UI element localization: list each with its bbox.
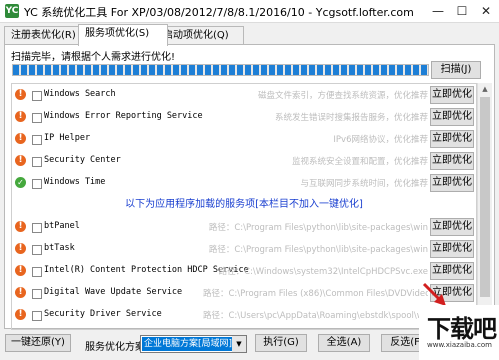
service-row[interactable]: ! Digital Wave Update Service 路径：C:\Progra… <box>12 282 476 304</box>
service-checkbox[interactable] <box>32 311 42 321</box>
tab-startup[interactable]: 启动项优化(Q) <box>156 26 244 45</box>
service-description: 路径：C:\Program Files\python\lib\site-pack… <box>208 223 428 233</box>
tab-services[interactable]: 服务项优化(S) <box>78 24 168 46</box>
scan-status-text: 扫描完毕，请根据个人需求进行优化! <box>11 52 176 63</box>
warning-icon: ! <box>15 243 26 254</box>
warning-icon: ! <box>15 89 26 100</box>
warning-icon: ! <box>15 133 26 144</box>
warning-icon: ! <box>15 221 26 232</box>
service-name: Windows Error Reporting Service <box>44 111 203 121</box>
service-description: 与互联网同步系统时间，优化推荐 <box>300 179 428 189</box>
service-row[interactable]: ! btPanel 路径：C:\Program Files\python\lib\s… <box>12 216 476 238</box>
optimize-now-button[interactable]: 立即优化 <box>430 262 474 280</box>
minimize-icon[interactable]: — <box>427 0 449 22</box>
scan-button[interactable]: 扫描(J) <box>431 61 481 79</box>
service-checkbox[interactable] <box>32 223 42 233</box>
service-name: Security Center <box>44 155 121 165</box>
service-name: IP Helper <box>44 133 91 143</box>
service-checkbox[interactable] <box>32 157 42 167</box>
service-list: ! Windows Search 磁盘文件索引，方便查找系统资源，优化推荐 立即优化!… <box>11 83 477 330</box>
optimize-now-button[interactable]: 立即优化 <box>430 152 474 170</box>
service-description: 系统发生错误时搜集报告服务，优化推荐 <box>274 113 428 123</box>
maximize-icon[interactable]: ☐ <box>451 0 473 22</box>
scroll-up-icon[interactable]: ▲ <box>478 83 492 95</box>
optimize-now-button[interactable]: 立即优化 <box>430 130 474 148</box>
service-row[interactable]: ! Security Center 监视系统安全设置和配置，优化推荐 立即优化 <box>12 150 476 172</box>
app-icon: YC <box>5 4 19 18</box>
service-description: 路径：C:\Windows\system32\IntelCpHDCPSvc.ex… <box>218 267 428 277</box>
service-name: Security Driver Service <box>44 309 162 319</box>
title-bar: YC YC 系统优化工具 For XP/03/08/2012/7/8/8.1/2… <box>0 0 499 23</box>
service-description: 磁盘文件索引，方便查找系统资源，优化推荐 <box>257 91 428 101</box>
watermark-logo: 下载吧 www.xiazaiba.com <box>419 305 499 360</box>
service-checkbox[interactable] <box>32 245 42 255</box>
plan-select-value: 企业电脑方案[局域网] <box>142 337 235 351</box>
scan-progress-bar <box>12 64 429 76</box>
scroll-thumb[interactable] <box>480 97 490 297</box>
service-checkbox[interactable] <box>32 179 42 189</box>
plan-select[interactable]: 企业电脑方案[局域网] ▼ <box>140 335 247 353</box>
optimize-now-button[interactable]: 立即优化 <box>430 240 474 258</box>
service-row[interactable]: ! IP Helper IPv6网络协议，优化推荐 立即优化 <box>12 128 476 150</box>
service-row[interactable]: ✓ Windows Time 与互联网同步系统时间，优化推荐 立即优化 <box>12 172 476 194</box>
service-description: IPv6网络协议，优化推荐 <box>333 135 428 145</box>
list-scrollbar[interactable]: ▲ ▼ <box>477 83 492 328</box>
service-description: 路径：C:\Users\pc\AppData\Roaming\ebstdk\sp… <box>203 311 428 321</box>
service-name: btPanel <box>44 221 80 231</box>
service-row[interactable]: ! btTask 路径：C:\Program Files\python\lib\si… <box>12 238 476 260</box>
service-checkbox[interactable] <box>32 289 42 299</box>
service-description: 监视系统安全设置和配置，优化推荐 <box>291 157 428 167</box>
service-description: 路径：C:\Program Files (x86)\Common Files\D… <box>203 289 428 299</box>
service-name: btTask <box>44 243 75 253</box>
service-checkbox[interactable] <box>32 135 42 145</box>
service-row[interactable]: ! Security Driver Service 路径：C:\Users\pc\A… <box>12 304 476 326</box>
service-row[interactable]: ! Windows Error Reporting Service 系统发生错误时搜… <box>12 106 476 128</box>
window-title: YC 系统优化工具 For XP/03/08/2012/7/8/8.1/2016… <box>24 6 414 19</box>
service-row[interactable]: ! Intel(R) Content Protection HDCP Servic… <box>12 260 476 282</box>
execute-button[interactable]: 执行(G) <box>255 334 307 352</box>
service-checkbox[interactable] <box>32 267 42 277</box>
check-icon: ✓ <box>15 177 26 188</box>
service-name: Windows Time <box>44 177 106 187</box>
service-description: 路径：C:\Program Files\python\lib\site-pack… <box>208 245 428 255</box>
warning-icon: ! <box>15 155 26 166</box>
warning-icon: ! <box>15 287 26 298</box>
chevron-down-icon[interactable]: ▼ <box>232 336 246 352</box>
app-services-divider: 以下为应用程序加载的服务项[本栏目不加入一键优化] <box>125 199 363 210</box>
warning-icon: ! <box>15 111 26 122</box>
restore-button[interactable]: 一键还原(Y) <box>5 334 71 352</box>
close-icon[interactable]: ✕ <box>475 0 497 22</box>
warning-icon: ! <box>15 309 26 320</box>
optimize-now-button[interactable]: 立即优化 <box>430 218 474 236</box>
service-checkbox[interactable] <box>32 91 42 101</box>
service-row[interactable]: ! Windows Search 磁盘文件索引，方便查找系统资源，优化推荐 立即优化 <box>12 84 476 106</box>
optimize-now-button[interactable]: 立即优化 <box>430 86 474 104</box>
optimize-now-button[interactable]: 立即优化 <box>430 108 474 126</box>
service-name: Digital Wave Update Service <box>44 287 183 297</box>
select-all-button[interactable]: 全选(A) <box>318 334 370 352</box>
service-name: Windows Search <box>44 89 116 99</box>
service-checkbox[interactable] <box>32 113 42 123</box>
warning-icon: ! <box>15 265 26 276</box>
optimize-now-button[interactable]: 立即优化 <box>430 174 474 192</box>
